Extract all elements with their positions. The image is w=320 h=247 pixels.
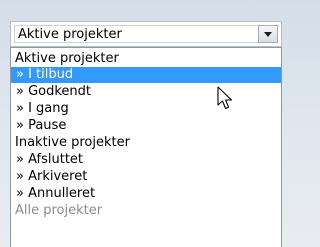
chevron-down-icon	[264, 32, 272, 37]
option-inaktive-projekter[interactable]: Inaktive projekter	[11, 135, 281, 151]
select-field[interactable]: Aktive projekter	[14, 25, 278, 43]
dropdown-list: Aktive projekter » I tilbud » Godkendt »…	[10, 47, 282, 247]
mouse-pointer-icon	[217, 86, 233, 110]
option-i-gang[interactable]: » I gang	[11, 101, 281, 117]
option-godkendt[interactable]: » Godkendt	[11, 84, 281, 100]
option-pause[interactable]: » Pause	[11, 118, 281, 134]
dropdown-toggle-button[interactable]	[258, 25, 278, 43]
option-arkiveret[interactable]: » Arkiveret	[11, 169, 281, 185]
option-aktive-projekter[interactable]: Aktive projekter	[11, 51, 281, 67]
option-alle-projekter: Alle projekter	[15, 203, 103, 218]
option-afsluttet[interactable]: » Afsluttet	[11, 152, 281, 168]
select-current-value: Aktive projekter	[18, 27, 122, 42]
project-status-select[interactable]: Aktive projekter	[10, 21, 282, 47]
option-annulleret[interactable]: » Annulleret	[11, 186, 281, 202]
option-i-tilbud[interactable]: » I tilbud	[11, 67, 281, 83]
